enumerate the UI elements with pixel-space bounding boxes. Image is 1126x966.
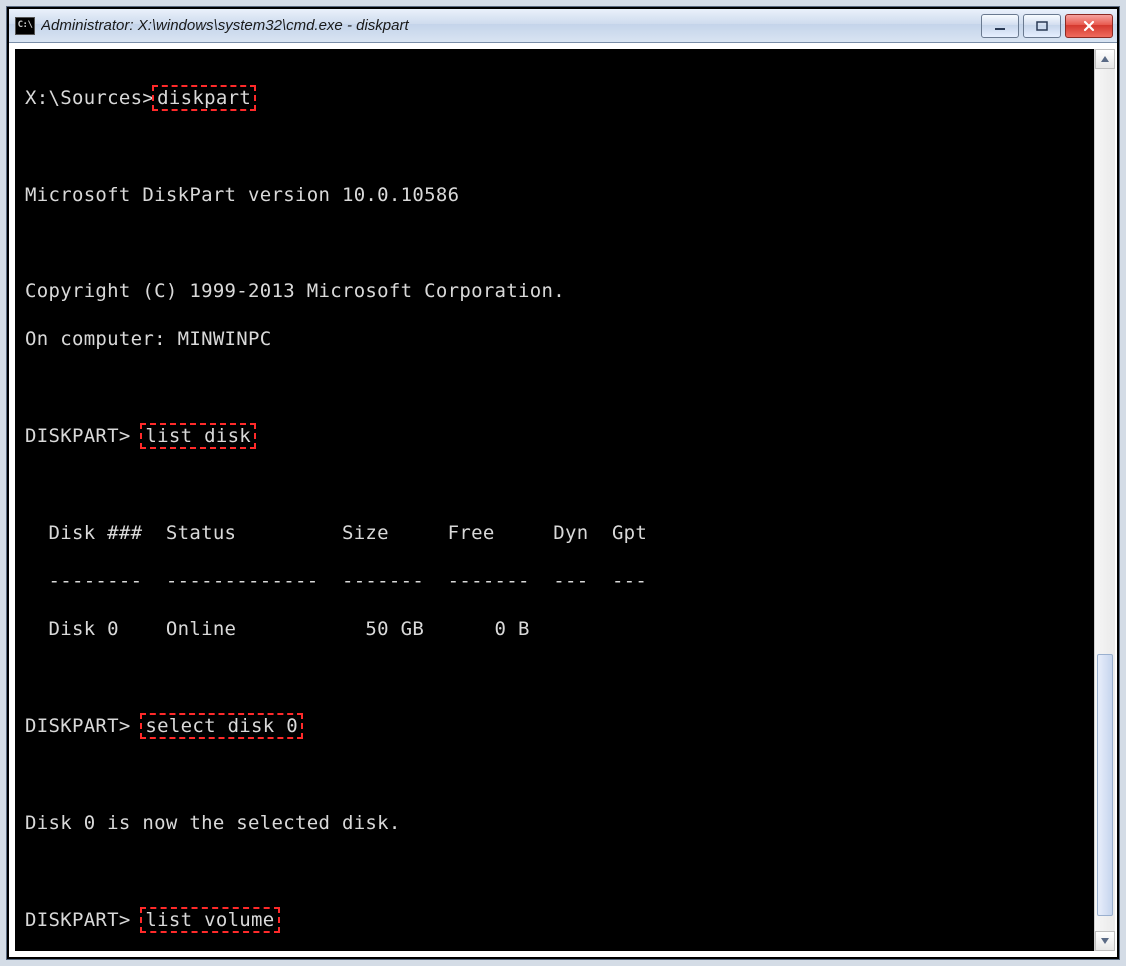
scroll-down-button[interactable] xyxy=(1095,931,1115,951)
blank-5 xyxy=(25,665,1084,689)
highlight-list-volume: list volume xyxy=(140,907,279,933)
disk-row-0: Disk 0 Online 50 GB 0 B xyxy=(25,617,1084,641)
prompt-sources-text: X:\Sources> xyxy=(25,87,154,109)
disk-divider: -------- ------------- ------- ------- -… xyxy=(25,569,1084,593)
blank-1 xyxy=(25,135,1084,159)
blank-3 xyxy=(25,375,1084,399)
scrollbar-thumb[interactable] xyxy=(1097,654,1113,916)
vertical-scrollbar[interactable] xyxy=(1094,49,1115,951)
cmd-window: C:\ Administrator: X:\windows\system32\c… xyxy=(7,7,1119,959)
line-copyright: Copyright (C) 1999-2013 Microsoft Corpor… xyxy=(25,279,1084,303)
chevron-up-icon xyxy=(1100,55,1110,63)
cmd-app-icon: C:\ xyxy=(15,17,35,35)
line-prompt-sources: X:\Sources>diskpart xyxy=(25,85,1084,111)
window-buttons xyxy=(981,14,1113,38)
close-icon xyxy=(1082,20,1096,32)
highlight-select-disk: select disk 0 xyxy=(140,713,303,739)
line-disk-selected: Disk 0 is now the selected disk. xyxy=(25,811,1084,835)
minimize-icon xyxy=(994,21,1006,31)
window-title: Administrator: X:\windows\system32\cmd.e… xyxy=(41,17,981,34)
line-select-disk: DISKPART> select disk 0 xyxy=(25,713,1084,739)
line-version: Microsoft DiskPart version 10.0.10586 xyxy=(25,183,1084,207)
chevron-down-icon xyxy=(1100,937,1110,945)
line-computer: On computer: MINWINPC xyxy=(25,327,1084,351)
line-list-volume: DISKPART> list volume xyxy=(25,907,1084,933)
blank-6 xyxy=(25,763,1084,787)
prompt-dp-2: DISKPART> xyxy=(25,715,142,737)
maximize-icon xyxy=(1036,21,1048,31)
cmd-app-icon-text: C:\ xyxy=(18,21,33,30)
line-list-disk: DISKPART> list disk xyxy=(25,423,1084,449)
highlight-list-disk: list disk xyxy=(140,423,256,449)
prompt-dp-1: DISKPART> xyxy=(25,425,142,447)
client-area: X:\Sources>diskpart Microsoft DiskPart v… xyxy=(9,43,1117,957)
titlebar[interactable]: C:\ Administrator: X:\windows\system32\c… xyxy=(9,9,1117,43)
highlight-diskpart: diskpart xyxy=(152,85,256,111)
console-output[interactable]: X:\Sources>diskpart Microsoft DiskPart v… xyxy=(15,49,1094,951)
blank-2 xyxy=(25,231,1084,255)
scroll-up-button[interactable] xyxy=(1095,49,1115,69)
prompt-dp-3: DISKPART> xyxy=(25,909,142,931)
blank-4 xyxy=(25,473,1084,497)
close-button[interactable] xyxy=(1065,14,1113,38)
minimize-button[interactable] xyxy=(981,14,1019,38)
maximize-button[interactable] xyxy=(1023,14,1061,38)
disk-header: Disk ### Status Size Free Dyn Gpt xyxy=(25,521,1084,545)
blank-7 xyxy=(25,859,1084,883)
scrollbar-track[interactable] xyxy=(1095,69,1115,931)
